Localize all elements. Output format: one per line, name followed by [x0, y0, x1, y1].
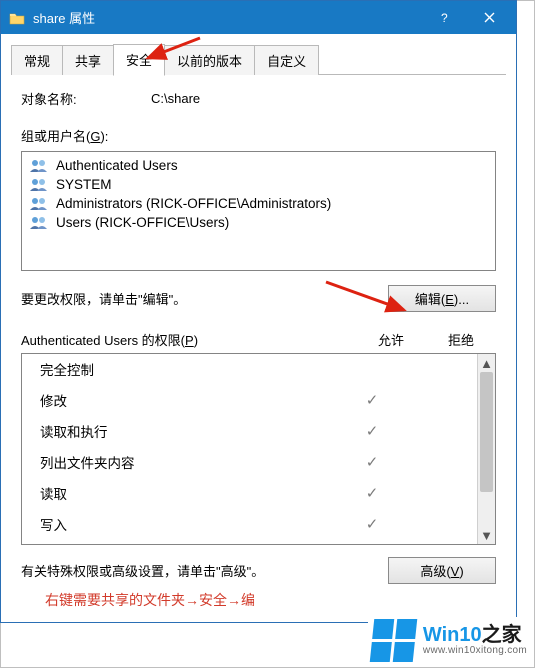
titlebar: share 属性 ?	[1, 1, 516, 34]
table-row[interactable]: 读取✓	[22, 478, 477, 509]
close-button[interactable]	[467, 4, 512, 32]
help-button[interactable]: ?	[422, 4, 467, 32]
users-icon	[28, 215, 50, 230]
window-title: share 属性	[33, 8, 422, 27]
permission-name: 修改	[40, 390, 337, 410]
edit-hint: 要更改权限，请单击"编辑"。	[21, 289, 186, 308]
list-item[interactable]: Authenticated Users	[28, 156, 489, 175]
tab-label: 安全	[126, 53, 152, 68]
allow-check-icon: ✓	[337, 484, 407, 502]
object-name-label: 对象名称:	[21, 89, 151, 108]
scroll-thumb[interactable]	[480, 372, 493, 492]
tab-sharing[interactable]: 共享	[62, 45, 114, 75]
permission-name: 列出文件夹内容	[40, 452, 337, 472]
tab-label: 共享	[75, 54, 101, 69]
list-item-label: Administrators (RICK-OFFICE\Administrato…	[56, 196, 331, 211]
list-item-label: SYSTEM	[56, 177, 112, 192]
advanced-hint: 有关特殊权限或高级设置，请单击"高级"。	[21, 561, 264, 580]
watermark: Win10之家 www.win10xitong.com	[368, 617, 531, 664]
tab-label: 自定义	[267, 54, 306, 69]
tab-label: 常规	[24, 54, 50, 69]
scroll-down-icon[interactable]: ▼	[478, 526, 495, 544]
windows-logo-icon	[370, 619, 418, 662]
tab-label: 以前的版本	[177, 54, 242, 69]
permissions-table: 完全控制修改✓读取和执行✓列出文件夹内容✓读取✓写入✓ ▲ ▼	[21, 353, 496, 545]
tab-previous-versions[interactable]: 以前的版本	[164, 45, 255, 75]
list-item[interactable]: Users (RICK-OFFICE\Users)	[28, 213, 489, 232]
list-item[interactable]: Administrators (RICK-OFFICE\Administrato…	[28, 194, 489, 213]
tab-customize[interactable]: 自定义	[254, 45, 319, 75]
advanced-button[interactable]: 高级(V)	[388, 557, 496, 584]
watermark-url: www.win10xitong.com	[423, 646, 527, 657]
allow-check-icon: ✓	[337, 515, 407, 533]
allow-check-icon: ✓	[337, 453, 407, 471]
advanced-row: 有关特殊权限或高级设置，请单击"高级"。 高级(V)	[21, 557, 496, 584]
svg-text:?: ?	[441, 12, 448, 24]
tab-general[interactable]: 常规	[11, 45, 63, 75]
user-list[interactable]: Authenticated Users SYSTEM Administrator…	[21, 151, 496, 271]
table-row[interactable]: 完全控制	[22, 354, 477, 385]
scroll-up-icon[interactable]: ▲	[478, 354, 495, 372]
permissions-header: Authenticated Users 的权限(P) 允许 拒绝	[21, 330, 496, 349]
col-deny: 拒绝	[426, 330, 496, 349]
permission-name: 读取和执行	[40, 421, 337, 441]
annotation-text: 右键需要共享的文件夹→安全→编	[21, 584, 496, 610]
users-icon	[28, 196, 50, 211]
watermark-brand: Win10之家	[423, 625, 527, 646]
table-row[interactable]: 写入✓	[22, 509, 477, 540]
list-item[interactable]: SYSTEM	[28, 175, 489, 194]
allow-check-icon: ✓	[337, 422, 407, 440]
properties-window: share 属性 ? 常规 共享 安全 以前的版本 自定义 对象名称: C:\s…	[0, 0, 517, 623]
edit-button[interactable]: 编辑(E)...	[388, 285, 496, 312]
folder-icon	[9, 11, 25, 25]
tab-strip: 常规 共享 安全 以前的版本 自定义	[1, 34, 516, 75]
object-name-value: C:\share	[151, 91, 200, 106]
list-item-label: Users (RICK-OFFICE\Users)	[56, 215, 229, 230]
table-row[interactable]: 列出文件夹内容✓	[22, 447, 477, 478]
permission-name: 写入	[40, 514, 337, 534]
list-item-label: Authenticated Users	[56, 158, 178, 173]
tab-security[interactable]: 安全	[113, 44, 165, 76]
table-row[interactable]: 读取和执行✓	[22, 416, 477, 447]
allow-check-icon: ✓	[337, 391, 407, 409]
col-allow: 允许	[356, 330, 426, 349]
permission-name: 读取	[40, 483, 337, 503]
users-icon	[28, 158, 50, 173]
scrollbar[interactable]: ▲ ▼	[477, 354, 495, 544]
edit-row: 要更改权限，请单击"编辑"。 编辑(E)...	[21, 285, 496, 312]
users-icon	[28, 177, 50, 192]
table-row[interactable]: 修改✓	[22, 385, 477, 416]
group-users-label: 组或用户名(G):	[21, 126, 496, 145]
permission-name: 完全控制	[40, 359, 337, 379]
object-name-row: 对象名称: C:\share	[21, 89, 496, 108]
security-pane: 对象名称: C:\share 组或用户名(G): Authenticated U…	[1, 75, 516, 622]
